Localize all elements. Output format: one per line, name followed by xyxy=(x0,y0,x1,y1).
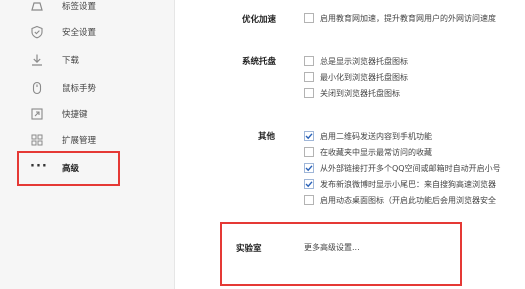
sidebar-item-tabs[interactable]: 标签设置 xyxy=(0,0,175,19)
sidebar-item-label: 快捷键 xyxy=(62,110,88,120)
checkbox[interactable] xyxy=(304,88,314,98)
sidebar-item-label: 扩展管理 xyxy=(62,136,97,146)
check-icon xyxy=(305,181,313,188)
shield-icon xyxy=(30,25,44,39)
option-label: 在收藏夹中显示最常访问的收藏 xyxy=(320,147,432,157)
mouse-icon xyxy=(30,81,44,95)
section-title-other: 其他 xyxy=(258,132,276,142)
option-weibo-tail[interactable]: 发布新浪微博时显示小尾巴：来自搜狗高速浏览器 xyxy=(304,178,496,190)
sidebar-item-label: 下载 xyxy=(62,56,80,66)
tab-icon xyxy=(30,0,44,13)
check-icon xyxy=(305,165,313,172)
checkbox[interactable] xyxy=(304,13,314,23)
checkbox[interactable] xyxy=(304,147,314,157)
highlight-box-lab xyxy=(220,222,462,286)
sidebar-item-security[interactable]: 安全设置 xyxy=(0,19,175,45)
settings-sidebar: 标签设置 安全设置 下载 鼠标手势 快捷键 扩展管理 ··· 高级 xyxy=(0,0,175,289)
option-label: 启用二维码发送内容到手机功能 xyxy=(320,131,432,141)
option-always-show-tray[interactable]: 总是显示浏览器托盘图标 xyxy=(304,55,408,67)
download-icon xyxy=(30,53,44,67)
check-icon xyxy=(305,133,313,140)
checkbox[interactable] xyxy=(304,163,314,173)
option-show-frequent-favorites[interactable]: 在收藏夹中显示最常访问的收藏 xyxy=(304,146,432,158)
checkbox[interactable] xyxy=(304,72,314,82)
sidebar-item-label: 鼠标手势 xyxy=(62,84,97,94)
option-label: 从外部链接打开多个QQ空间或邮箱时自动开启小号 xyxy=(320,163,501,173)
sidebar-item-extensions[interactable]: 扩展管理 xyxy=(0,127,175,153)
option-edu-acceleration[interactable]: 启用教育网加速，提升教育网用户的外网访问速度 xyxy=(304,12,496,24)
option-minimize-to-tray[interactable]: 最小化到浏览器托盘图标 xyxy=(304,71,408,83)
option-label: 总是显示浏览器托盘图标 xyxy=(320,56,408,66)
sidebar-item-download[interactable]: 下载 xyxy=(0,47,175,73)
option-label: 启用教育网加速，提升教育网用户的外网访问速度 xyxy=(320,13,496,23)
checkbox[interactable] xyxy=(304,179,314,189)
sidebar-item-label: 标签设置 xyxy=(62,2,97,12)
sidebar-item-shortcuts[interactable]: 快捷键 xyxy=(0,101,175,127)
checkbox[interactable] xyxy=(304,56,314,66)
option-label: 关闭到浏览器托盘图标 xyxy=(320,88,400,98)
sidebar-item-label: 安全设置 xyxy=(62,28,97,38)
option-dynamic-desktop-icon[interactable]: 启用动态桌面图标（开启此功能后会用浏览器安全 xyxy=(304,194,496,206)
option-label: 启用动态桌面图标（开启此功能后会用浏览器安全 xyxy=(320,195,496,205)
sidebar-item-mouse-gestures[interactable]: 鼠标手势 xyxy=(0,75,175,101)
extensions-icon xyxy=(30,133,44,147)
option-close-to-tray[interactable]: 关闭到浏览器托盘图标 xyxy=(304,87,400,99)
section-title-system-tray: 系统托盘 xyxy=(242,57,277,67)
option-label: 最小化到浏览器托盘图标 xyxy=(320,72,408,82)
highlight-box-advanced xyxy=(17,151,120,186)
shortcut-icon xyxy=(30,107,44,121)
checkbox[interactable] xyxy=(304,195,314,205)
checkbox[interactable] xyxy=(304,131,314,141)
option-qrcode-send[interactable]: 启用二维码发送内容到手机功能 xyxy=(304,130,432,142)
option-qq-alt-account[interactable]: 从外部链接打开多个QQ空间或邮箱时自动开启小号 xyxy=(304,162,501,174)
option-label: 发布新浪微博时显示小尾巴：来自搜狗高速浏览器 xyxy=(320,179,496,189)
section-title-edu-acceleration: 优化加速 xyxy=(242,15,277,25)
